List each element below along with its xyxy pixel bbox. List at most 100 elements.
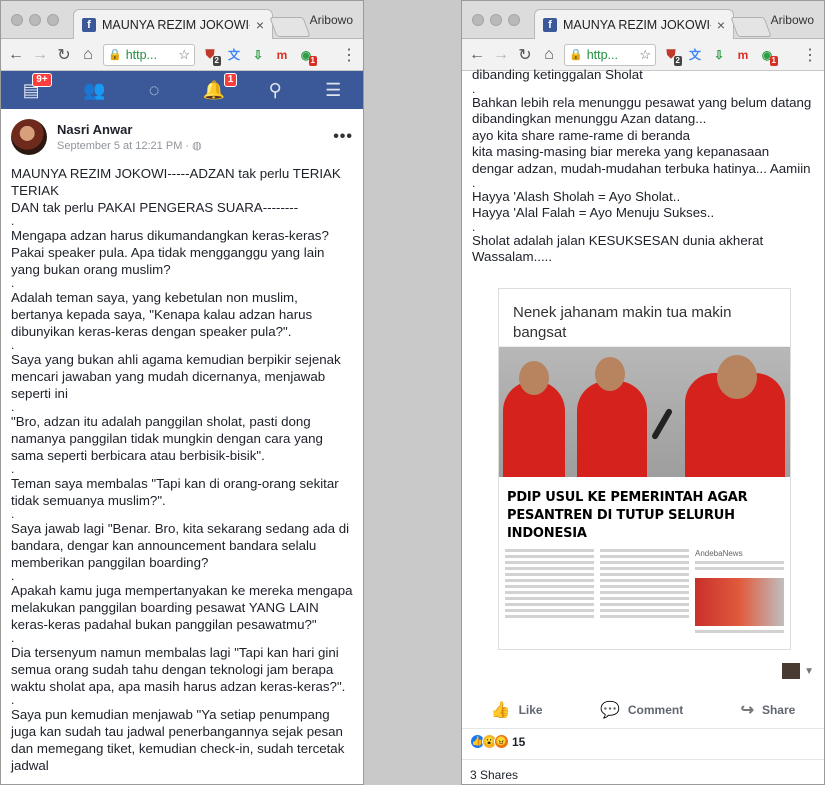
like-button[interactable]: 👍 Like: [491, 700, 543, 720]
home-icon[interactable]: ⌂: [79, 46, 97, 64]
post-body-right: dibanding ketinggalan Sholat . Bahkan le…: [462, 67, 824, 266]
post-paragraph: Saya yang bukan ahli agama kemudian berp…: [11, 352, 341, 401]
minimize-window-button[interactable]: [29, 14, 41, 26]
post-options-icon[interactable]: •••: [333, 128, 353, 146]
back-icon[interactable]: ←: [7, 46, 25, 64]
shares-count[interactable]: 3 Shares: [462, 759, 824, 784]
notifications-bell-icon[interactable]: 🔔 1: [203, 72, 238, 101]
new-tab-button[interactable]: [269, 17, 311, 37]
post-paragraph: .: [11, 507, 15, 521]
angry-reaction-icon: 😠: [494, 734, 509, 749]
article-column: AndebaNews: [695, 549, 784, 636]
share-arrow-icon: ↪: [740, 701, 754, 719]
thumbs-up-icon: 👍: [490, 701, 511, 719]
post-paragraph: .: [11, 569, 15, 583]
browser-menu-icon[interactable]: ⋮: [341, 45, 357, 65]
share-button[interactable]: ↪ Share: [741, 700, 796, 720]
window-controls: [472, 14, 520, 26]
post-paragraph: .: [472, 219, 476, 234]
window-controls: [11, 14, 59, 26]
shares-label: 3 Shares: [470, 768, 519, 782]
post-paragraph: Bahkan lebih rela menunggu pesawat yang …: [472, 94, 812, 127]
m-extension-icon[interactable]: m: [273, 46, 291, 64]
react-as-selector[interactable]: ▼: [782, 663, 814, 679]
post-action-bar: 👍 Like 💬 Comment ↪ Share: [462, 691, 824, 729]
bookmark-star-icon[interactable]: ☆: [178, 47, 190, 63]
green-extension-icon[interactable]: ◉ 1: [297, 46, 317, 66]
lock-icon: 🔒: [569, 49, 583, 61]
photo-head: [717, 355, 757, 399]
maximize-window-button[interactable]: [508, 14, 520, 26]
share-label: Share: [761, 702, 796, 717]
profile-name[interactable]: Aribowo: [310, 13, 353, 27]
comment-bubble-icon: 💬: [599, 701, 620, 719]
browser-tab[interactable]: f MAUNYA REZIM JOKOWI---- ×: [73, 9, 273, 39]
post-paragraph: .: [11, 462, 15, 476]
post-paragraph: .: [11, 276, 15, 290]
forward-icon[interactable]: →: [31, 46, 49, 64]
friends-icon[interactable]: 👥: [83, 80, 105, 101]
post-paragraph: Mengapa adzan harus dikumandangkan keras…: [11, 228, 329, 277]
post-paragraph: .: [11, 631, 15, 645]
post-paragraph: Saya jawab lagi "Benar. Bro, kita sekara…: [11, 521, 350, 570]
extension-shield-icon[interactable]: ⛊ 2: [662, 46, 682, 66]
facebook-favicon-icon: f: [543, 17, 557, 32]
tab-close-icon[interactable]: ×: [717, 17, 725, 33]
post-paragraph: Hayya 'Alal Falah = Ayo Menuju Sukses..: [472, 205, 715, 221]
home-icon[interactable]: ⌂: [540, 46, 558, 64]
post-paragraph: Sholat adalah jalan KESUKSESAN dunia akh…: [472, 232, 764, 248]
hamburger-menu-icon[interactable]: ☰: [325, 80, 341, 101]
profile-name[interactable]: Aribowo: [771, 13, 814, 27]
close-window-button[interactable]: [472, 14, 484, 26]
search-icon[interactable]: ⚲: [269, 80, 282, 101]
post-paragraph: kita masing-masing biar mereka yang kepa…: [472, 144, 811, 176]
post-meta-text: September 5 at 12:21 PM ·: [57, 140, 193, 152]
page-avatar: [782, 663, 801, 679]
tab-title: MAUNYA REZIM JOKOWI----: [563, 17, 711, 32]
image-caption: PDIP USUL KE PEMERINTAH AGAR PESANTREN D…: [507, 490, 748, 541]
tab-close-icon[interactable]: ×: [256, 17, 264, 33]
address-bar[interactable]: 🔒 http... ☆: [103, 43, 195, 66]
reload-icon[interactable]: ↻: [55, 45, 73, 65]
back-icon[interactable]: ←: [468, 46, 486, 64]
m-extension-icon[interactable]: m: [734, 46, 752, 64]
download-extension-icon[interactable]: ⇩: [710, 46, 728, 64]
news-feed-icon[interactable]: ▤ 9+: [23, 72, 52, 101]
post-paragraph: Wassalam.....: [472, 249, 553, 265]
reload-icon[interactable]: ↻: [516, 45, 534, 65]
photo-head: [595, 357, 625, 391]
article-site-name: AndebaNews: [695, 549, 743, 558]
minimize-window-button[interactable]: [490, 14, 502, 26]
messenger-icon[interactable]: ◌: [149, 80, 160, 101]
avatar[interactable]: [11, 119, 47, 155]
forward-icon[interactable]: →: [492, 46, 510, 64]
post-paragraph: .: [472, 175, 476, 190]
post-author-name[interactable]: Nasri Anwar: [57, 122, 202, 137]
translate-extension-icon[interactable]: 文: [225, 46, 243, 64]
download-extension-icon[interactable]: ⇩: [249, 46, 267, 64]
article-preview: AndebaNews: [499, 543, 790, 642]
url-text: http...: [125, 47, 157, 62]
comment-button[interactable]: 💬 Comment: [600, 700, 683, 720]
maximize-window-button[interactable]: [47, 14, 59, 26]
green-extension-icon[interactable]: ◉ 1: [758, 46, 778, 66]
browser-tab[interactable]: f MAUNYA REZIM JOKOWI---- ×: [534, 9, 734, 39]
close-window-button[interactable]: [11, 14, 23, 26]
photo-person: [577, 381, 647, 477]
translate-extension-icon[interactable]: 文: [686, 46, 704, 64]
globe-icon: ◍: [192, 140, 202, 152]
extension-shield-icon[interactable]: ⛊ 2: [201, 46, 221, 66]
address-bar[interactable]: 🔒 http... ☆: [564, 43, 656, 66]
new-tab-button[interactable]: [730, 17, 772, 37]
browser-menu-icon[interactable]: ⋮: [802, 45, 818, 65]
post-body-left: MAUNYA REZIM JOKOWI-----ADZAN tak perlu …: [1, 161, 363, 774]
facebook-nav-bar: ▤ 9+ 👥 ◌ 🔔 1 ⚲ ☰: [1, 71, 363, 109]
post-paragraph: .: [11, 400, 15, 414]
reactions-summary[interactable]: 👍 😮 😠 15: [470, 734, 525, 749]
post-image[interactable]: Nenek jahanam makin tua makin bangsat PD…: [498, 288, 791, 650]
bookmark-star-icon[interactable]: ☆: [639, 47, 651, 63]
post-author-block: Nasri Anwar September 5 at 12:21 PM · ◍: [57, 122, 202, 152]
post-paragraph: .: [11, 693, 15, 707]
post-timestamp[interactable]: September 5 at 12:21 PM · ◍: [57, 139, 202, 152]
reaction-icons: 👍 😮 😠: [470, 734, 509, 749]
